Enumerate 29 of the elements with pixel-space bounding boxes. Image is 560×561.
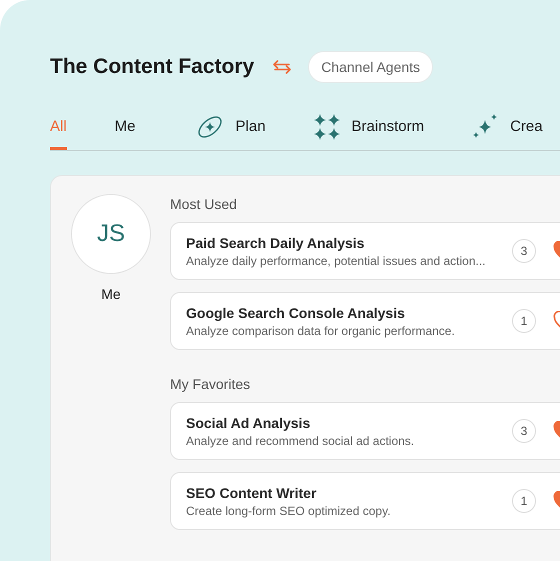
user-label: Me	[101, 286, 121, 302]
tab[interactable]: Plan	[196, 106, 266, 150]
agent-name: Google Search Console Analysis	[186, 304, 406, 320]
agent-name: Paid Search Daily Analysis	[186, 234, 366, 250]
agent-card[interactable]: Google Search Console Analysis Analyze comparison data for organic performance. 1	[170, 292, 560, 350]
agent-description: Analyze and recommend social ad actions.	[186, 434, 416, 448]
page-title: The Content Factory	[50, 55, 254, 79]
agent-description: Analyze daily performance, potential issues and action...	[186, 254, 487, 268]
usage-count: 3	[512, 419, 536, 443]
four-sparkles-icon	[314, 114, 340, 140]
agent-description: Analyze comparison data for organic performance.	[186, 324, 456, 338]
channel-agents-button[interactable]: Channel Agents	[308, 51, 434, 83]
agent-name: SEO Content Writer	[186, 484, 318, 500]
usage-count: 1	[512, 309, 536, 333]
agent-card[interactable]: Social Ad Analysis Analyze and recommend social ad actions. 3	[170, 402, 560, 460]
usage-count: 1	[512, 489, 536, 513]
agent-name: Social Ad Analysis	[186, 414, 312, 430]
section-heading: Most Used	[170, 196, 238, 212]
agent-description: Create long-form SEO optimized copy.	[186, 504, 392, 518]
tab[interactable]: Crea	[472, 106, 543, 150]
swap-arrows-icon[interactable]	[272, 60, 292, 74]
agent-card[interactable]: SEO Content Writer Create long-form SEO optimized copy. 1	[170, 472, 560, 530]
user-avatar: JS	[71, 194, 151, 274]
section-heading: My Favorites	[170, 376, 252, 392]
tab[interactable]: Me	[114, 106, 136, 150]
agent-card[interactable]: Paid Search Daily Analysis Analyze daily performance, potential issues and action... 3	[170, 222, 560, 280]
sparkles-icon	[472, 114, 498, 140]
usage-count: 3	[512, 239, 536, 263]
tab[interactable]: Brainstorm	[314, 106, 424, 150]
